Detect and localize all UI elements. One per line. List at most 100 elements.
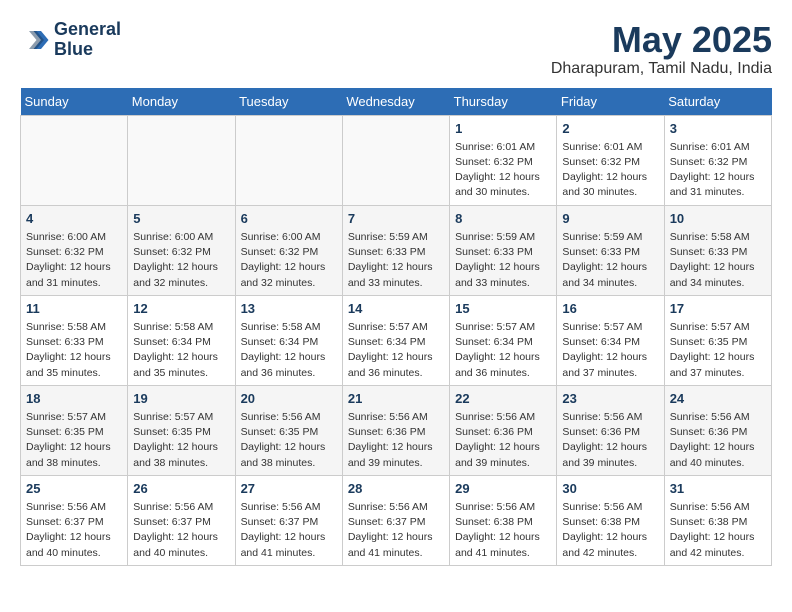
day-number: 22 [455,390,551,408]
calendar-cell: 2 Sunrise: 6:01 AM Sunset: 6:32 PM Daylig… [557,115,664,205]
calendar-cell [235,115,342,205]
day-number: 2 [562,120,658,138]
day-info: Sunrise: 5:56 AM Sunset: 6:38 PM Dayligh… [455,500,551,561]
day-number: 4 [26,210,122,228]
calendar-cell: 11 Sunrise: 5:58 AM Sunset: 6:33 PM Dayli… [21,295,128,385]
calendar-cell: 31Sunrise: 5:56 AM Sunset: 6:38 PM Dayli… [664,475,771,565]
calendar-week-row: 25 Sunrise: 5:56 AM Sunset: 6:37 PM Dayli… [21,475,772,565]
day-info: Sunrise: 5:57 AM Sunset: 6:35 PM Dayligh… [133,410,229,471]
day-number: 30 [562,480,658,498]
logo-line1: General [54,20,121,40]
calendar-cell: 23Sunrise: 5:56 AM Sunset: 6:36 PM Dayli… [557,385,664,475]
calendar-cell: 18Sunrise: 5:57 AM Sunset: 6:35 PM Dayli… [21,385,128,475]
calendar-cell: 4 Sunrise: 6:00 AM Sunset: 6:32 PM Daylig… [21,205,128,295]
calendar-cell: 26 Sunrise: 5:56 AM Sunset: 6:37 PM Dayli… [128,475,235,565]
calendar-cell: 7 Sunrise: 5:59 AM Sunset: 6:33 PM Daylig… [342,205,449,295]
calendar-cell: 8 Sunrise: 5:59 AM Sunset: 6:33 PM Daylig… [450,205,557,295]
day-info: Sunrise: 5:58 AM Sunset: 6:33 PM Dayligh… [670,230,766,291]
day-info: Sunrise: 5:56 AM Sunset: 6:37 PM Dayligh… [133,500,229,561]
day-number: 1 [455,120,551,138]
calendar-cell: 1 Sunrise: 6:01 AM Sunset: 6:32 PM Daylig… [450,115,557,205]
day-info: Sunrise: 5:57 AM Sunset: 6:35 PM Dayligh… [670,320,766,381]
calendar-cell: 21Sunrise: 5:56 AM Sunset: 6:36 PM Dayli… [342,385,449,475]
day-number: 8 [455,210,551,228]
main-title: May 2025 [551,20,772,60]
calendar-cell [342,115,449,205]
calendar-cell: 17 Sunrise: 5:57 AM Sunset: 6:35 PM Dayli… [664,295,771,385]
day-number: 9 [562,210,658,228]
day-info: Sunrise: 5:59 AM Sunset: 6:33 PM Dayligh… [562,230,658,291]
day-info: Sunrise: 5:56 AM Sunset: 6:36 PM Dayligh… [562,410,658,471]
day-number: 15 [455,300,551,318]
day-number: 29 [455,480,551,498]
calendar-header-row: SundayMondayTuesdayWednesdayThursdayFrid… [21,88,772,116]
day-of-week-header: Monday [128,88,235,116]
day-info: Sunrise: 5:56 AM Sunset: 6:36 PM Dayligh… [670,410,766,471]
page-container: General Blue May 2025 Dharapuram, Tamil … [20,20,772,566]
calendar-week-row: 11 Sunrise: 5:58 AM Sunset: 6:33 PM Dayli… [21,295,772,385]
day-of-week-header: Saturday [664,88,771,116]
day-info: Sunrise: 6:00 AM Sunset: 6:32 PM Dayligh… [26,230,122,291]
day-info: Sunrise: 5:58 AM Sunset: 6:34 PM Dayligh… [133,320,229,381]
day-number: 17 [670,300,766,318]
calendar-cell: 27 Sunrise: 5:56 AM Sunset: 6:37 PM Dayli… [235,475,342,565]
calendar-cell: 19 Sunrise: 5:57 AM Sunset: 6:35 PM Dayli… [128,385,235,475]
calendar-cell: 12 Sunrise: 5:58 AM Sunset: 6:34 PM Dayli… [128,295,235,385]
day-number: 3 [670,120,766,138]
calendar-cell: 28Sunrise: 5:56 AM Sunset: 6:37 PM Dayli… [342,475,449,565]
calendar-cell: 24 Sunrise: 5:56 AM Sunset: 6:36 PM Dayli… [664,385,771,475]
day-info: Sunrise: 6:00 AM Sunset: 6:32 PM Dayligh… [241,230,337,291]
day-of-week-header: Sunday [21,88,128,116]
day-info: Sunrise: 6:01 AM Sunset: 6:32 PM Dayligh… [455,140,551,201]
day-number: 27 [241,480,337,498]
day-number: 16 [562,300,658,318]
calendar-cell: 9 Sunrise: 5:59 AM Sunset: 6:33 PM Daylig… [557,205,664,295]
day-info: Sunrise: 5:58 AM Sunset: 6:33 PM Dayligh… [26,320,122,381]
logo-line2: Blue [54,40,121,60]
day-number: 10 [670,210,766,228]
day-of-week-header: Friday [557,88,664,116]
calendar-week-row: 1 Sunrise: 6:01 AM Sunset: 6:32 PM Daylig… [21,115,772,205]
day-of-week-header: Wednesday [342,88,449,116]
calendar-cell: 20Sunrise: 5:56 AM Sunset: 6:35 PM Dayli… [235,385,342,475]
calendar-cell: 10 Sunrise: 5:58 AM Sunset: 6:33 PM Dayli… [664,205,771,295]
title-section: May 2025 Dharapuram, Tamil Nadu, India [551,20,772,78]
day-info: Sunrise: 5:57 AM Sunset: 6:34 PM Dayligh… [455,320,551,381]
day-info: Sunrise: 6:00 AM Sunset: 6:32 PM Dayligh… [133,230,229,291]
day-number: 5 [133,210,229,228]
calendar-cell: 15 Sunrise: 5:57 AM Sunset: 6:34 PM Dayli… [450,295,557,385]
day-number: 13 [241,300,337,318]
day-info: Sunrise: 5:59 AM Sunset: 6:33 PM Dayligh… [348,230,444,291]
calendar-cell: 16 Sunrise: 5:57 AM Sunset: 6:34 PM Dayli… [557,295,664,385]
day-info: Sunrise: 6:01 AM Sunset: 6:32 PM Dayligh… [670,140,766,201]
calendar-week-row: 4 Sunrise: 6:00 AM Sunset: 6:32 PM Daylig… [21,205,772,295]
logo-icon [20,25,50,55]
calendar-cell [21,115,128,205]
day-of-week-header: Tuesday [235,88,342,116]
day-info: Sunrise: 5:56 AM Sunset: 6:36 PM Dayligh… [455,410,551,471]
day-number: 12 [133,300,229,318]
subtitle: Dharapuram, Tamil Nadu, India [551,60,772,78]
day-info: Sunrise: 6:01 AM Sunset: 6:32 PM Dayligh… [562,140,658,201]
day-info: Sunrise: 5:57 AM Sunset: 6:35 PM Dayligh… [26,410,122,471]
day-number: 21 [348,390,444,408]
day-info: Sunrise: 5:59 AM Sunset: 6:33 PM Dayligh… [455,230,551,291]
day-number: 19 [133,390,229,408]
day-number: 28 [348,480,444,498]
day-number: 24 [670,390,766,408]
day-number: 14 [348,300,444,318]
day-number: 7 [348,210,444,228]
day-number: 26 [133,480,229,498]
logo-text: General Blue [54,20,121,60]
day-info: Sunrise: 5:56 AM Sunset: 6:37 PM Dayligh… [241,500,337,561]
day-of-week-header: Thursday [450,88,557,116]
calendar-cell: 25Sunrise: 5:56 AM Sunset: 6:37 PM Dayli… [21,475,128,565]
calendar-cell: 14Sunrise: 5:57 AM Sunset: 6:34 PM Dayli… [342,295,449,385]
calendar-table: SundayMondayTuesdayWednesdayThursdayFrid… [20,88,772,566]
calendar-cell: 5 Sunrise: 6:00 AM Sunset: 6:32 PM Daylig… [128,205,235,295]
day-number: 6 [241,210,337,228]
day-number: 11 [26,300,122,318]
day-info: Sunrise: 5:58 AM Sunset: 6:34 PM Dayligh… [241,320,337,381]
day-info: Sunrise: 5:57 AM Sunset: 6:34 PM Dayligh… [562,320,658,381]
day-number: 25 [26,480,122,498]
